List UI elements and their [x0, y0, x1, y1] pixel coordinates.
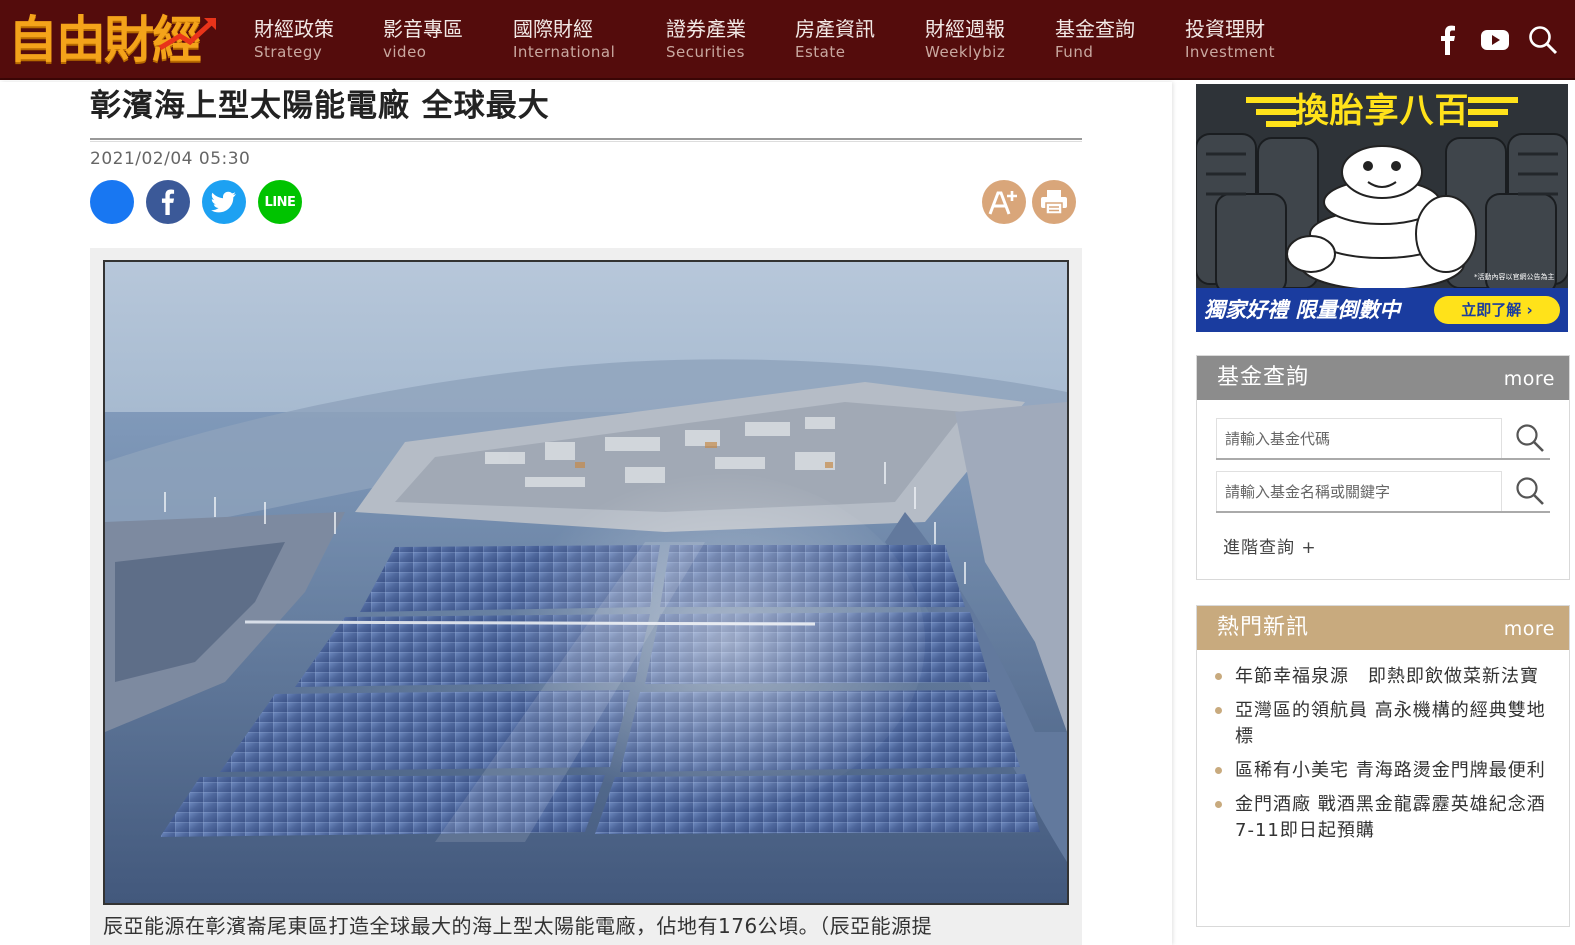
site-logo[interactable]: 自由財經 — [8, 10, 218, 70]
facebook-icon — [161, 189, 175, 215]
search-icon — [1516, 477, 1544, 505]
youtube-icon[interactable] — [1479, 24, 1511, 56]
facebook-share-button[interactable] — [146, 180, 190, 224]
fund-name-search — [1216, 471, 1550, 513]
article-title: 彰濱海上型太陽能電廠 全球最大 — [90, 88, 550, 124]
font-size-button[interactable] — [982, 180, 1026, 224]
nav-item-label: 財經政策 — [254, 17, 334, 41]
advanced-search-link[interactable]: 進階查詢 + — [1223, 536, 1317, 560]
nav-item-securities[interactable]: 證券產業 Securities — [666, 16, 746, 66]
nav-item-sublabel: Weeklybiz — [925, 43, 1006, 61]
fund-search-header: 基金查詢 more — [1197, 356, 1569, 400]
twitter-icon — [211, 191, 236, 213]
fund-more-link[interactable]: more — [1504, 366, 1555, 392]
nav-item-video[interactable]: 影音專區 video — [383, 16, 463, 66]
news-item[interactable]: 金門酒廠 戰酒黑金龍霹靂英雄紀念酒 7-11即日起預購 — [1215, 792, 1555, 844]
news-item-title: 金門酒廠 戰酒黑金龍霹靂英雄紀念酒 7-11即日起預購 — [1235, 794, 1546, 841]
photo-caption: 辰亞能源在彰濱崙尾東區打造全球最大的海上型太陽能電廠，佔地有176公頃。（辰亞能… — [103, 914, 933, 938]
nav-item-sublabel: International — [513, 43, 616, 61]
ad-slogan: 獨家好禮 限量倒數中 — [1204, 298, 1401, 322]
article-date: 2021/02/04 05:30 — [90, 149, 251, 169]
print-icon — [1041, 190, 1067, 215]
nav-item-label: 基金查詢 — [1055, 17, 1135, 41]
facebook-icon[interactable] — [1432, 24, 1464, 56]
bullet-icon — [1215, 707, 1222, 714]
twitter-share-button[interactable] — [202, 180, 246, 224]
logo-arrow-icon — [158, 18, 216, 51]
nav-item-sublabel: Estate — [795, 43, 846, 61]
hot-news-more-link[interactable]: more — [1504, 616, 1555, 642]
nav-item-fund[interactable]: 基金查詢 Fund — [1055, 16, 1135, 66]
fund-name-search-button[interactable] — [1512, 473, 1548, 509]
search-icon[interactable] — [1527, 24, 1559, 56]
fund-code-search-button[interactable] — [1512, 420, 1548, 456]
title-divider — [90, 138, 1082, 142]
nav-item-sublabel: Securities — [666, 43, 745, 61]
print-button[interactable] — [1032, 180, 1076, 224]
hot-news-header: 熱門新訊 more — [1197, 606, 1569, 650]
nav-item-label: 房產資訊 — [795, 17, 875, 41]
hot-news-panel: 熱門新訊 more 年節幸福泉源 即熱即飲做菜新法寶 亞灣區的領航員 高永機構的… — [1196, 605, 1570, 927]
michelin-ad-banner[interactable]: 換胎享八百 *活動內容以官網公告為主 獨家好禮 限量倒數中 立即了解 › — [1196, 84, 1568, 332]
ad-title: 換胎享八百 — [1294, 91, 1470, 131]
nav-item-investment[interactable]: 投資理財 Investment — [1185, 16, 1275, 66]
hot-news-title: 熱門新訊 — [1217, 615, 1310, 640]
article-photo[interactable] — [103, 260, 1069, 905]
line-icon: LINE — [264, 194, 296, 210]
share-button[interactable] — [90, 180, 134, 224]
news-item-title: 年節幸福泉源 即熱即飲做菜新法寶 — [1235, 666, 1539, 687]
solar-plant-aerial-image — [105, 262, 1067, 903]
fund-code-search — [1216, 418, 1550, 460]
nav-item-international[interactable]: 國際財經 International — [513, 16, 615, 66]
bullet-icon — [1215, 801, 1222, 808]
nav-item-sublabel: Fund — [1055, 43, 1094, 61]
line-share-button[interactable]: LINE — [258, 180, 302, 224]
nav-item-weeklybiz[interactable]: 財經週報 Weeklybiz — [925, 16, 1005, 66]
nav-item-sublabel: video — [383, 43, 427, 61]
nav-item-sublabel: Investment — [1185, 43, 1275, 61]
fund-search-panel: 基金查詢 more 進階查詢 + — [1196, 355, 1570, 580]
news-item[interactable]: 亞灣區的領航員 高永機構的經典雙地標 — [1215, 698, 1555, 750]
nav-item-label: 影音專區 — [383, 17, 463, 41]
nav-item-label: 國際財經 — [513, 17, 593, 41]
news-item[interactable]: 年節幸福泉源 即熱即飲做菜新法寶 — [1215, 664, 1555, 690]
nav-item-label: 財經週報 — [925, 17, 1005, 41]
ad-footer-bar: 獨家好禮 限量倒數中 立即了解 › — [1196, 288, 1568, 332]
nav-item-label: 證券產業 — [666, 17, 746, 41]
ad-fine-print: *活動內容以官網公告為主 — [1474, 273, 1555, 281]
nav-item-sublabel: Strategy — [254, 43, 323, 61]
bullet-icon — [1215, 767, 1222, 774]
nav-item-estate[interactable]: 房產資訊 Estate — [795, 16, 875, 66]
nav-item-strategy[interactable]: 財經政策 Strategy — [254, 16, 334, 66]
top-nav: 自由財經 財經政策 Strategy 影音專區 video 國際財經 Inter… — [0, 0, 1575, 80]
news-item-title: 區稀有小美宅 青海路燙金門牌最便利 — [1235, 760, 1546, 781]
bullet-icon — [1215, 673, 1222, 680]
hot-news-list: 年節幸福泉源 即熱即飲做菜新法寶 亞灣區的領航員 高永機構的經典雙地標 區稀有小… — [1215, 664, 1555, 852]
fund-code-input[interactable] — [1216, 418, 1502, 458]
news-item-title: 亞灣區的領航員 高永機構的經典雙地標 — [1235, 700, 1546, 747]
news-item[interactable]: 區稀有小美宅 青海路燙金門牌最便利 — [1215, 758, 1555, 784]
fund-search-title: 基金查詢 — [1217, 365, 1310, 390]
fund-name-input[interactable] — [1216, 471, 1502, 511]
search-icon — [1516, 424, 1544, 452]
nav-item-label: 投資理財 — [1185, 17, 1265, 41]
ad-cta-button[interactable]: 立即了解 › — [1434, 296, 1560, 324]
font-size-icon — [988, 191, 1017, 215]
